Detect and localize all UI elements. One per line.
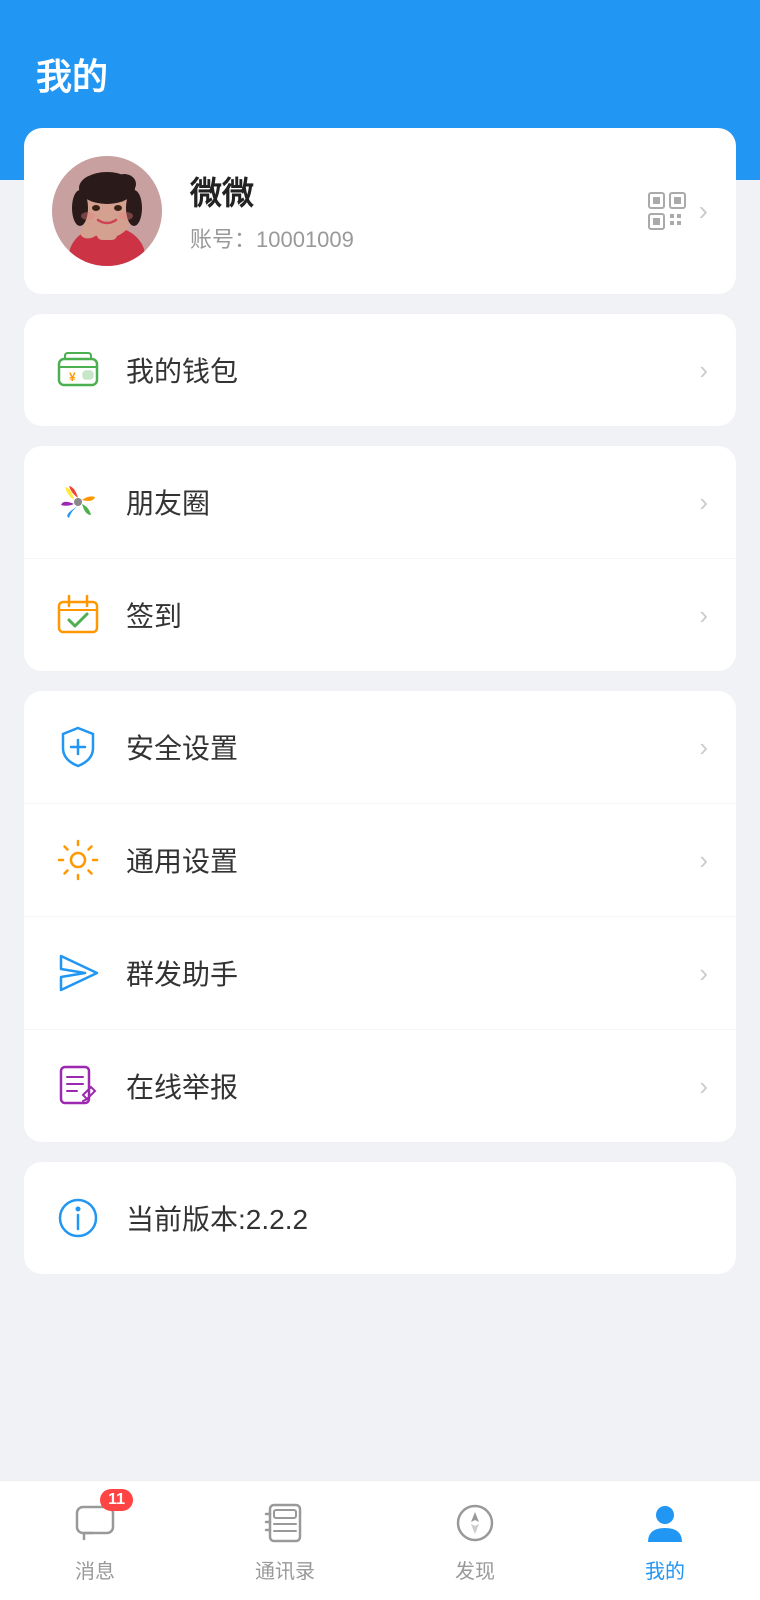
checkin-chevron-icon: › (699, 600, 708, 631)
nav-item-messages[interactable]: 11 消息 (0, 1497, 190, 1584)
profile-chevron-icon: › (699, 195, 708, 227)
moments-icon (55, 479, 101, 525)
person-icon (644, 1502, 686, 1544)
wallet-icon-wrap: ¥ (52, 344, 104, 396)
version-label: 当前版本:2.2.2 (104, 1198, 708, 1238)
checkin-label: 签到 (104, 595, 699, 635)
messages-badge: 11 (100, 1489, 133, 1511)
version-card: 当前版本:2.2.2 (24, 1162, 736, 1274)
general-label: 通用设置 (104, 840, 699, 880)
broadcast-chevron-icon: › (699, 958, 708, 989)
menu-item-moments[interactable]: 朋友圈 › (24, 446, 736, 559)
moments-icon-wrap (52, 476, 104, 528)
profile-info: 微微 账号：10001009 (162, 168, 647, 254)
wallet-chevron-icon: › (699, 355, 708, 386)
wallet-icon: ¥ (55, 347, 101, 393)
messages-nav-icon-wrap: 11 (69, 1497, 121, 1549)
menu-item-checkin[interactable]: 签到 › (24, 559, 736, 671)
profile-name: 微微 (190, 168, 647, 214)
menu-item-broadcast[interactable]: 群发助手 › (24, 917, 736, 1030)
moments-label: 朋友圈 (104, 482, 699, 522)
nav-item-discover[interactable]: 发现 (380, 1497, 570, 1584)
social-card: 朋友圈 › 签到 › (24, 446, 736, 671)
info-icon (55, 1195, 101, 1241)
security-chevron-icon: › (699, 732, 708, 763)
profile-card[interactable]: 微微 账号：10001009 › (24, 128, 736, 294)
wallet-label: 我的钱包 (104, 350, 699, 390)
nav-item-contacts[interactable]: 通讯录 (190, 1497, 380, 1584)
general-settings-icon (55, 837, 101, 883)
settings-card: 安全设置 › 通用设置 › (24, 691, 736, 1142)
discover-nav-label: 发现 (455, 1555, 495, 1584)
wallet-card: ¥ 我的钱包 › (24, 314, 736, 426)
security-icon-wrap (52, 721, 104, 773)
discover-nav-icon-wrap (449, 1497, 501, 1549)
svg-text:¥: ¥ (69, 370, 76, 384)
broadcast-label: 群发助手 (104, 953, 699, 993)
main-content: 微微 账号：10001009 › (0, 128, 760, 1434)
checkin-icon-wrap (52, 589, 104, 641)
general-icon-wrap (52, 834, 104, 886)
security-label: 安全设置 (104, 727, 699, 767)
menu-item-report[interactable]: 在线举报 › (24, 1030, 736, 1142)
mine-nav-icon-wrap (639, 1497, 691, 1549)
info-icon-wrap (52, 1192, 104, 1244)
report-label: 在线举报 (104, 1066, 699, 1106)
general-chevron-icon: › (699, 845, 708, 876)
broadcast-icon (55, 950, 101, 996)
security-icon (55, 724, 101, 770)
mine-nav-label: 我的 (645, 1555, 685, 1584)
messages-nav-label: 消息 (75, 1555, 115, 1584)
contacts-nav-label: 通讯录 (255, 1555, 315, 1584)
address-book-icon (264, 1502, 306, 1544)
report-chevron-icon: › (699, 1071, 708, 1102)
profile-actions[interactable]: › (647, 191, 708, 231)
bottom-nav: 11 消息 通讯录 发现 (0, 1480, 760, 1600)
page-title: 我的 (36, 56, 108, 97)
menu-item-general[interactable]: 通用设置 › (24, 804, 736, 917)
compass-icon (454, 1502, 496, 1544)
qr-code-icon[interactable] (647, 191, 687, 231)
checkin-icon (55, 592, 101, 638)
version-item: 当前版本:2.2.2 (24, 1162, 736, 1274)
menu-item-security[interactable]: 安全设置 › (24, 691, 736, 804)
profile-account: 账号：10001009 (190, 222, 647, 254)
report-icon (55, 1063, 101, 1109)
avatar[interactable] (52, 156, 162, 266)
menu-item-wallet[interactable]: ¥ 我的钱包 › (24, 314, 736, 426)
broadcast-icon-wrap (52, 947, 104, 999)
contacts-nav-icon-wrap (259, 1497, 311, 1549)
moments-chevron-icon: › (699, 487, 708, 518)
report-icon-wrap (52, 1060, 104, 1112)
nav-item-mine[interactable]: 我的 (570, 1497, 760, 1584)
